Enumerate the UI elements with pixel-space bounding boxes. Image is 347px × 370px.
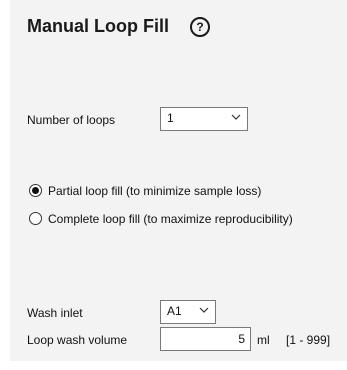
number-of-loops-select[interactable]: 1 bbox=[160, 107, 248, 131]
number-of-loops-label: Number of loops bbox=[27, 113, 116, 127]
loop-wash-volume-range: [1 - 999] bbox=[286, 333, 331, 347]
complete-loop-fill-label: Complete loop fill (to maximize reproduc… bbox=[48, 212, 293, 226]
loop-wash-volume-input[interactable] bbox=[160, 327, 251, 351]
question-circle-icon[interactable]: ? bbox=[190, 17, 210, 37]
manual-loop-fill-panel: Manual Loop Fill ? Number of loops 1 Par… bbox=[10, 0, 347, 361]
chevron-down-icon bbox=[231, 114, 241, 120]
complete-loop-fill-radio[interactable] bbox=[29, 212, 42, 225]
partial-loop-fill-radio[interactable] bbox=[29, 184, 42, 197]
partial-loop-fill-label: Partial loop fill (to minimize sample lo… bbox=[48, 184, 262, 198]
radio-selected-dot bbox=[32, 187, 39, 194]
wash-inlet-value: A1 bbox=[167, 304, 182, 318]
chevron-down-icon bbox=[199, 307, 209, 313]
page-title: Manual Loop Fill bbox=[27, 16, 169, 36]
loop-wash-volume-label: Loop wash volume bbox=[27, 333, 128, 347]
loop-wash-volume-unit: ml bbox=[257, 333, 270, 347]
wash-inlet-label: Wash inlet bbox=[27, 306, 83, 320]
wash-inlet-select[interactable]: A1 bbox=[160, 300, 216, 324]
number-of-loops-value: 1 bbox=[167, 111, 174, 125]
